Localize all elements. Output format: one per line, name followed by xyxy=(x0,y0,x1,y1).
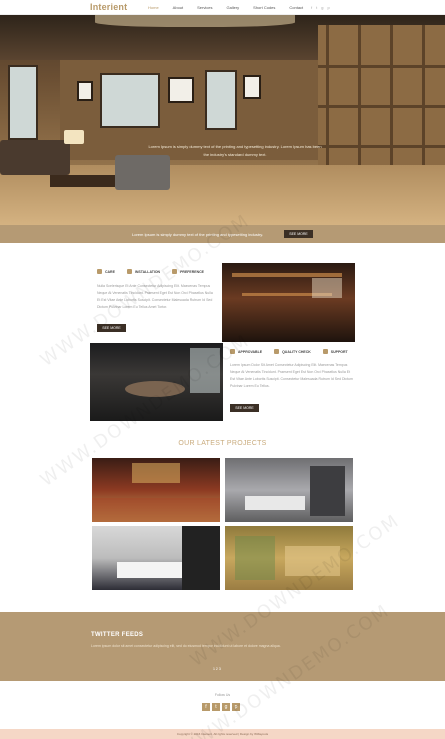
footer-social-links: f t g p xyxy=(202,703,240,711)
nav-gallery[interactable]: Gallery xyxy=(226,5,239,10)
nav-home[interactable]: Home xyxy=(148,5,159,10)
services-top-text: Nulla Scelerisque Et Ante Consectetur Ad… xyxy=(97,284,213,309)
twitter-pager[interactable]: 1 2 3 xyxy=(213,667,221,671)
services-bottom-text: Lorem Ipsum Dolor Sit Amet Consectetur A… xyxy=(230,363,353,388)
twitter-feed-text: Lorem ipsum dolor sit amet consectetur a… xyxy=(91,644,281,648)
service-quality-check[interactable]: QUALITY CHECK xyxy=(274,349,311,354)
header-social-links: f t g p xyxy=(311,5,330,10)
hero-sofa xyxy=(0,140,70,175)
service-installation[interactable]: INSTALLATION xyxy=(126,269,160,274)
promo-strip: Lorem Ipsum is simply dummy text of the … xyxy=(0,225,445,243)
hero-ceiling-light xyxy=(95,15,295,27)
hero-wall-frame xyxy=(77,81,93,101)
services-top-list: CARE INSTALLATION PREFERENCE xyxy=(97,269,204,274)
hero-slider[interactable]: Lorem Ipsum is simply dummy text of the … xyxy=(0,15,445,225)
hero-caption: Lorem Ipsum is simply dummy text of the … xyxy=(115,143,355,159)
wrench-icon xyxy=(126,269,132,274)
services-bottom-see-more-button[interactable]: SEE MORE xyxy=(230,404,259,412)
pinterest-icon[interactable]: p xyxy=(232,703,240,711)
services-bottom-list: APPROVABLE QUALITY CHECK SUPPORT xyxy=(230,349,348,354)
nav-services[interactable]: Services xyxy=(197,5,212,10)
project-bedroom-photo[interactable] xyxy=(225,458,353,522)
project-theater-photo[interactable] xyxy=(92,458,220,522)
copyright-bar: Copyright © 2016 Interient. All rights r… xyxy=(0,729,445,739)
check-icon xyxy=(274,349,280,354)
promo-see-more-button[interactable]: SEE MORE xyxy=(284,230,313,238)
hero-armchair xyxy=(115,155,170,190)
main-nav: Home About Services Gallery Short Codes … xyxy=(148,5,317,10)
site-header: Interient Home About Services Gallery Sh… xyxy=(0,0,445,15)
pinterest-icon[interactable]: p xyxy=(327,5,329,10)
hero-lamp xyxy=(64,130,84,144)
site-logo[interactable]: Interient xyxy=(90,2,127,12)
google-plus-icon[interactable]: g xyxy=(222,703,230,711)
pencil-icon xyxy=(172,269,178,274)
trophy-icon xyxy=(97,269,102,274)
services-top-see-more-button[interactable]: SEE MORE xyxy=(97,324,126,332)
service-support[interactable]: SUPPORT xyxy=(322,349,348,354)
facebook-icon[interactable]: f xyxy=(311,5,312,10)
twitter-icon[interactable]: t xyxy=(212,703,220,711)
nav-contact[interactable]: Contact xyxy=(289,5,303,10)
hero-window-left xyxy=(8,65,38,140)
nav-about[interactable]: About xyxy=(173,5,183,10)
hero-coffee-table xyxy=(50,175,120,187)
nav-short-codes[interactable]: Short Codes xyxy=(253,5,275,10)
follow-us-label: Follow Us xyxy=(214,693,231,697)
conference-room-photo xyxy=(90,343,223,421)
restaurant-photo xyxy=(222,263,355,342)
promo-strip-text: Lorem Ipsum is simply dummy text of the … xyxy=(132,232,264,237)
twitter-icon[interactable]: t xyxy=(316,5,317,10)
hero-window-right xyxy=(205,70,237,130)
hero-wall-frame xyxy=(243,75,261,99)
projects-title: OUR LATEST PROJECTS xyxy=(178,440,267,447)
page: Interient Home About Services Gallery Sh… xyxy=(0,0,445,739)
hero-wall-frame xyxy=(168,77,194,103)
twitter-feeds-section: TWITTER FEEDS Lorem ipsum dolor sit amet… xyxy=(0,612,445,681)
google-plus-icon[interactable]: g xyxy=(321,5,323,10)
twitter-feeds-title: TWITTER FEEDS xyxy=(91,632,144,638)
service-preference[interactable]: PREFERENCE xyxy=(172,269,204,274)
hero-window-center xyxy=(100,73,160,128)
site-footer: Follow Us f t g p xyxy=(0,681,445,729)
project-master-bedroom-photo[interactable] xyxy=(92,526,220,590)
user-icon xyxy=(322,349,328,354)
service-approvable[interactable]: APPROVABLE xyxy=(230,349,262,354)
project-living-room-photo[interactable] xyxy=(225,526,353,590)
facebook-icon[interactable]: f xyxy=(202,703,210,711)
thumbs-up-icon xyxy=(230,349,235,354)
hero-caption-line-1: Lorem Ipsum is simply dummy text of the … xyxy=(148,144,322,149)
hero-caption-line-2: the industry's standard dummy text. xyxy=(203,152,267,157)
service-care[interactable]: CARE xyxy=(97,269,115,274)
